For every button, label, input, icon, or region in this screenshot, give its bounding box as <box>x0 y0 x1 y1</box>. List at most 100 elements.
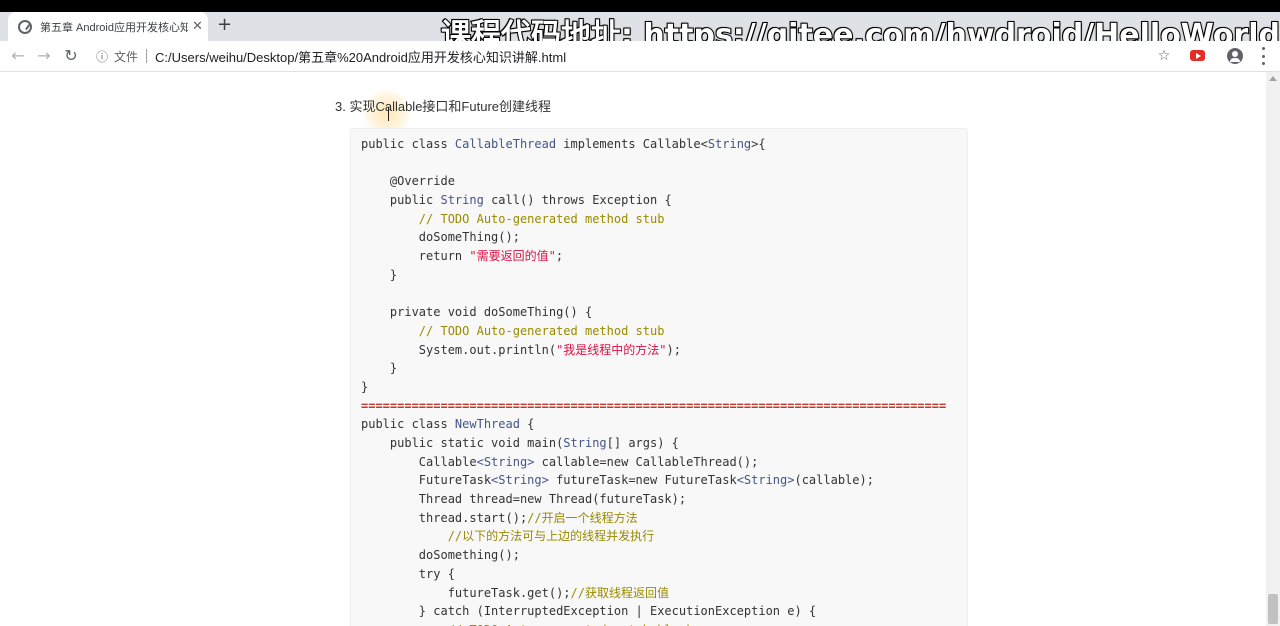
close-tab-icon[interactable]: ✕ <box>192 19 203 34</box>
code-line: try { <box>361 565 946 584</box>
code-line: public class CallableThread implements C… <box>361 135 946 154</box>
info-icon[interactable]: ⓘ <box>96 48 108 65</box>
code-token: call() throws <box>483 193 593 208</box>
code-token: Thread thread=new Thread(futureTask); <box>361 492 687 507</box>
code-line: public static void main(String[] args) { <box>361 434 946 453</box>
page-favicon-icon <box>18 19 32 34</box>
back-icon[interactable]: ← <box>8 46 28 66</box>
text-cursor-icon <box>388 107 391 121</box>
code-line: // TODO Auto-generated method stub <box>361 210 946 229</box>
code-token: "我是线程中的方法" <box>556 342 667 357</box>
code-token: thread.start(); <box>361 510 528 525</box>
code-token: FutureTask <box>361 473 492 488</box>
code-token: ========================================… <box>361 398 947 413</box>
code-line: Callable<String> callable=new CallableTh… <box>361 453 946 472</box>
code-token: < <box>700 137 708 151</box>
code-token: String <box>563 436 607 450</box>
code-token: futureTask.get(); <box>361 585 571 600</box>
code-token: callable=new CallableThread(); <box>534 454 759 469</box>
code-token: try { <box>361 566 455 581</box>
page-content: 3. 实现Callable接口和Future创建线程 public class … <box>0 72 1266 626</box>
code-line: return "需要返回的值"; <box>361 247 946 266</box>
address-bar[interactable]: ⓘ 文件 C:/Users/weihu/Desktop/第五章%20Androi… <box>90 45 1180 67</box>
code-token: futureTask=new FutureTask <box>548 473 737 488</box>
code-token: public <box>361 193 441 208</box>
code-token: NewThread <box>454 417 520 432</box>
avatar-icon[interactable] <box>1227 48 1243 64</box>
code-token: <String> <box>491 473 549 488</box>
code-token: <String> <box>476 454 535 469</box>
code-line: doSomeThing(); <box>361 228 946 247</box>
section-heading: 3. 实现Callable接口和Future创建线程 <box>335 99 551 114</box>
code-token: (callable); <box>794 473 874 488</box>
code-token: <String> <box>736 473 795 488</box>
code-token: "需要返回的值" <box>469 249 556 264</box>
code-line: } catch (InterruptedException | Executio… <box>361 602 946 621</box>
code-token: Callable <box>361 454 477 469</box>
code-block: public class CallableThread implements C… <box>350 128 968 626</box>
code-token: @Override <box>361 174 455 189</box>
code-token: String <box>440 193 484 208</box>
code-line: public String call() throws Exception { <box>361 191 946 210</box>
code-token: } <box>361 267 398 282</box>
youtube-icon[interactable] <box>1190 50 1205 61</box>
code-line: FutureTask<String> futureTask=new Future… <box>361 471 946 490</box>
code-token: //获取线程返回值 <box>570 585 669 600</box>
code-line: // TODO Auto-generated catch block <box>361 621 946 626</box>
code-line: //以下的方法可与上边的线程并发执行 <box>361 527 946 546</box>
url-text[interactable]: C:/Users/weihu/Desktop/第五章%20Android应用开发… <box>155 47 566 66</box>
code-token: ; <box>555 249 564 264</box>
code-line: futureTask.get();//获取线程返回值 <box>361 584 946 603</box>
code-token: } catch (InterruptedException | Executio… <box>361 604 817 619</box>
scroll-up-icon[interactable] <box>1269 76 1277 81</box>
code-token: Callable <box>642 137 701 151</box>
code-token: public static void <box>361 436 528 450</box>
menu-icon[interactable] <box>1262 47 1266 65</box>
code-line: public class NewThread { <box>361 415 946 434</box>
security-label: 文件 <box>114 49 139 64</box>
star-icon[interactable]: ☆ <box>1156 48 1172 64</box>
code-token: doSomeThing(); <box>361 230 520 245</box>
code-line: @Override <box>361 172 946 191</box>
code-line: // TODO Auto-generated method stub <box>361 322 946 341</box>
omnibox-divider <box>146 49 148 63</box>
code-token: public class <box>361 417 455 432</box>
code-token: // TODO Auto-generated method stub <box>361 323 665 338</box>
code-token: { <box>519 417 535 432</box>
code-token: //以下的方法可与上边的线程并发执行 <box>361 529 655 544</box>
code-token: CallableThread <box>454 137 557 151</box>
tab-active[interactable]: 第五章 Android应用开发核心知 ✕ <box>8 12 208 41</box>
code-token: [] args) { <box>606 436 679 450</box>
code-token: //开启一个线程方法 <box>527 510 638 525</box>
code-token: System.out.println( <box>361 342 557 357</box>
code-line: System.out.println("我是线程中的方法"); <box>361 341 946 360</box>
reload-icon[interactable]: ↻ <box>61 46 81 66</box>
code-line: thread.start();//开启一个线程方法 <box>361 509 946 528</box>
code-line: Thread thread=new Thread(futureTask); <box>361 490 946 509</box>
code-token: return <box>361 249 470 264</box>
code-token: // TODO Auto-generated method stub <box>361 211 665 226</box>
code-lines: public class CallableThread implements C… <box>361 135 946 626</box>
code-token: } <box>361 379 369 394</box>
forward-icon[interactable]: → <box>34 46 54 66</box>
code-token: implements <box>556 137 643 151</box>
scroll-thumb[interactable] <box>1268 594 1278 624</box>
page-scrollbar[interactable] <box>1266 72 1280 626</box>
code-line: doSomething(); <box>361 546 946 565</box>
code-token: doSomething(); <box>361 548 520 563</box>
code-token: } <box>361 361 398 376</box>
code-line: } <box>361 266 946 285</box>
code-token: doSomeThing() { <box>483 305 593 320</box>
code-token: Exception { <box>592 193 672 208</box>
new-tab-button[interactable]: + <box>217 15 232 35</box>
code-line: private void doSomeThing() { <box>361 303 946 322</box>
code-line: ========================================… <box>361 397 946 416</box>
code-token: private void <box>361 305 484 320</box>
code-line: } <box>361 359 946 378</box>
browser-toolbar: ← → ↻ ⓘ 文件 C:/Users/weihu/Desktop/第五章%20… <box>0 41 1280 72</box>
code-token: public class <box>361 137 455 151</box>
code-token: ); <box>666 342 681 357</box>
code-token: main( <box>527 436 564 450</box>
